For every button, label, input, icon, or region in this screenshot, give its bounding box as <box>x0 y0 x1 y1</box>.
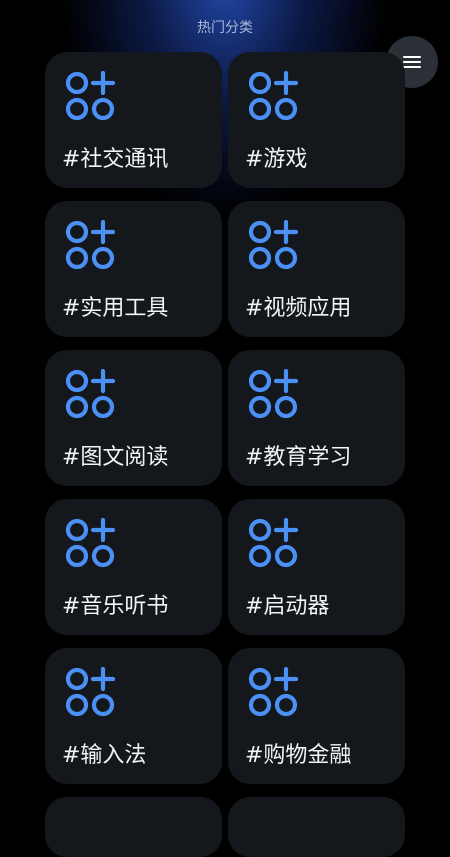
category-label: #实用工具 <box>62 296 169 321</box>
apps-add-icon <box>65 219 116 270</box>
apps-add-icon <box>65 517 116 568</box>
category-card-launcher[interactable]: #启动器 <box>228 499 405 635</box>
category-grid: #社交通讯 #游戏 #实用工具 #视频应用 #图文阅读 #教育学习 #音乐听书 … <box>45 52 405 857</box>
apps-add-icon <box>65 666 116 717</box>
category-card-reading[interactable]: #图文阅读 <box>45 350 222 486</box>
apps-add-icon <box>65 70 116 121</box>
category-card-shopping-finance[interactable]: #购物金融 <box>228 648 405 784</box>
category-label: #社交通讯 <box>62 147 169 172</box>
category-label: #游戏 <box>245 147 308 172</box>
category-card-social[interactable]: #社交通讯 <box>45 52 222 188</box>
apps-add-icon <box>248 70 299 121</box>
category-card-partial[interactable] <box>228 797 405 857</box>
category-card-education[interactable]: #教育学习 <box>228 350 405 486</box>
category-card-partial[interactable] <box>45 797 222 857</box>
hamburger-menu-icon <box>403 56 421 68</box>
category-label: #输入法 <box>62 743 147 768</box>
category-label: #购物金融 <box>245 743 352 768</box>
category-label: #视频应用 <box>245 296 352 321</box>
apps-add-icon <box>65 368 116 419</box>
category-label: #音乐听书 <box>62 594 169 619</box>
apps-add-icon <box>248 219 299 270</box>
page-title: 热门分类 <box>197 20 253 36</box>
category-label: #教育学习 <box>245 445 352 470</box>
category-card-video[interactable]: #视频应用 <box>228 201 405 337</box>
category-card-games[interactable]: #游戏 <box>228 52 405 188</box>
category-card-music[interactable]: #音乐听书 <box>45 499 222 635</box>
category-label: #图文阅读 <box>62 445 169 470</box>
apps-add-icon <box>248 517 299 568</box>
category-card-tools[interactable]: #实用工具 <box>45 201 222 337</box>
apps-add-icon <box>248 368 299 419</box>
category-card-input-method[interactable]: #输入法 <box>45 648 222 784</box>
category-label: #启动器 <box>245 594 330 619</box>
apps-add-icon <box>248 666 299 717</box>
